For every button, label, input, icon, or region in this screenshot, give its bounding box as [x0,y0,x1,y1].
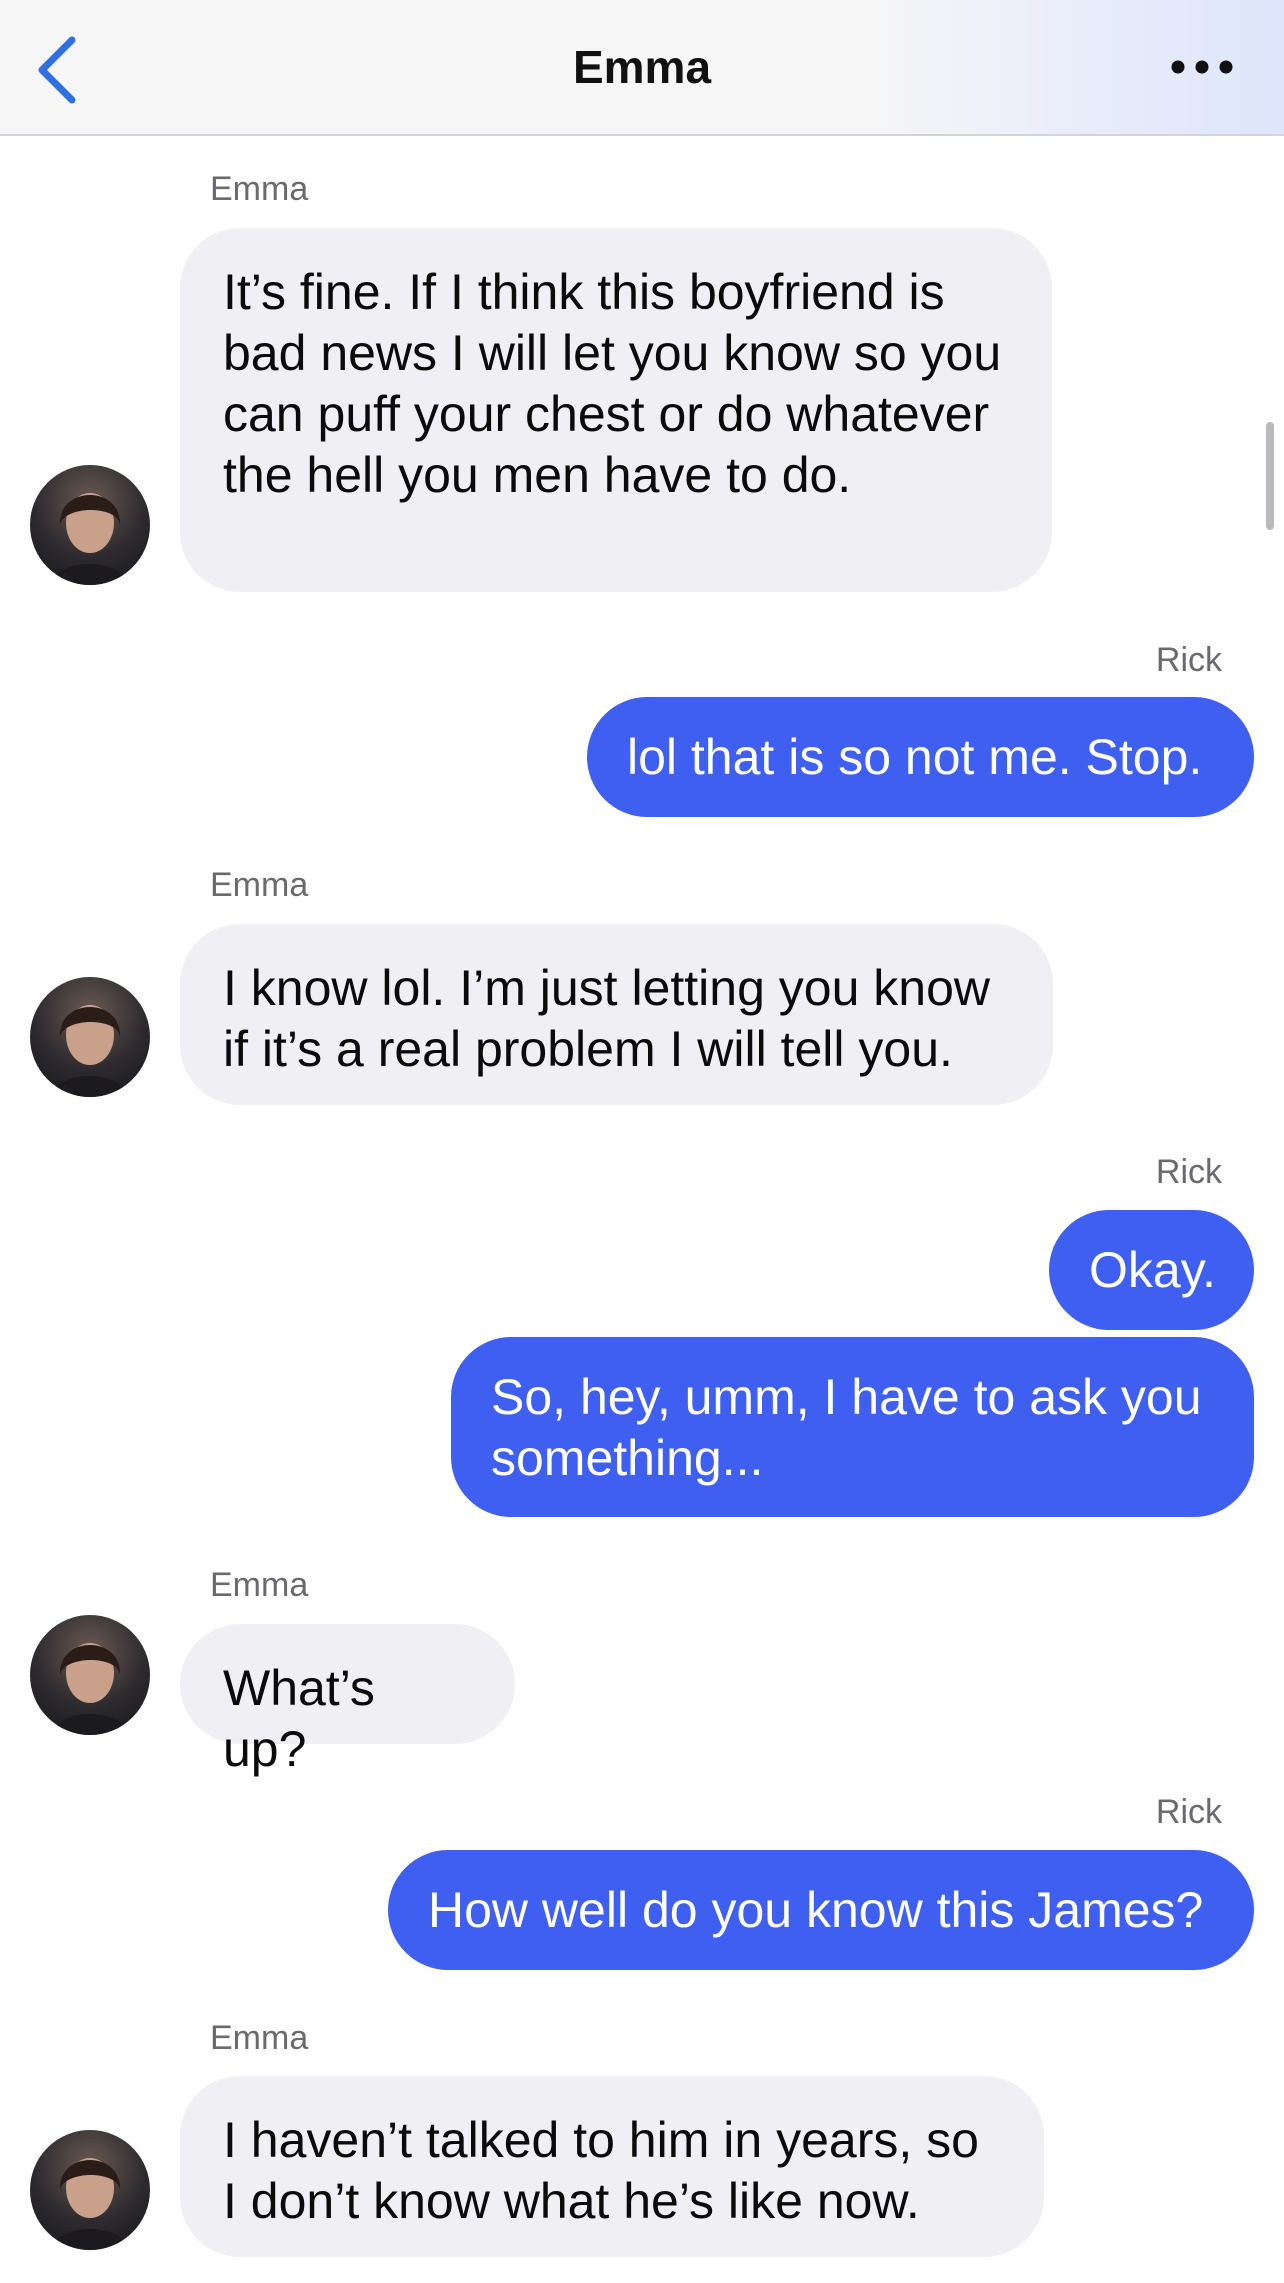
chat-screen: Emma Emma It’s fine. If I think this boy… [0,0,1284,2283]
scrollbar[interactable] [1266,422,1274,530]
avatar[interactable] [30,465,150,585]
incoming-message-bubble[interactable]: I know lol. I’m just letting you know if… [180,924,1053,1105]
sender-name: Emma [210,866,309,904]
incoming-message-bubble[interactable]: It’s fine. If I think this boyfriend is … [180,228,1052,592]
avatar[interactable] [30,1615,150,1735]
sender-name: Rick [1155,641,1222,679]
more-options-button[interactable] [1170,52,1234,82]
incoming-message-bubble[interactable]: I haven’t talked to him in years, so I d… [180,2076,1044,2257]
chat-title: Emma [572,41,712,93]
incoming-message-bubble[interactable]: What’s up? [180,1624,515,1777]
sender-name: Emma [210,1566,309,1604]
sender-name: Rick [1155,1153,1222,1191]
outgoing-message-bubble[interactable]: So, hey, umm, I have to ask you somethin… [451,1337,1254,1517]
avatar[interactable] [30,2130,150,2250]
sender-name: Emma [210,2019,309,2057]
sender-name: Rick [1155,1793,1222,1831]
chat-header: Emma [0,0,1284,136]
sender-name: Emma [210,170,309,208]
ellipsis-icon [1171,60,1233,74]
outgoing-message-bubble[interactable]: Okay. [1049,1210,1254,1330]
avatar[interactable] [30,977,150,1097]
outgoing-message-bubble[interactable]: How well do you know this James? [388,1850,1254,1970]
outgoing-message-bubble[interactable]: lol that is so not me. Stop. [587,697,1254,817]
